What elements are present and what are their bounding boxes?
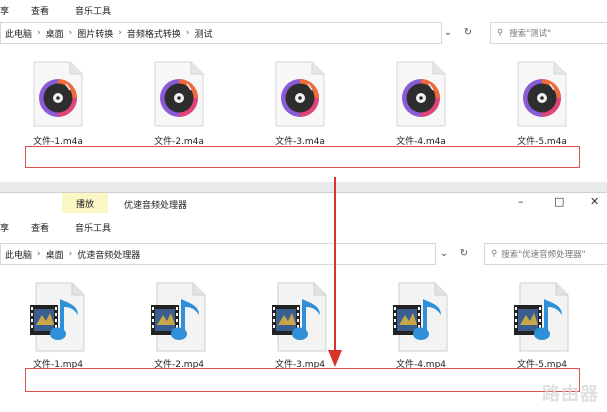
refresh-icon[interactable]: ↻ [460, 22, 476, 42]
music-disc-icon [275, 61, 325, 127]
breadcrumb-item[interactable]: 此电脑 [1, 27, 36, 40]
music-disc-icon [396, 61, 446, 127]
selection-box-top [25, 146, 580, 168]
close-button[interactable]: ✕ [590, 195, 599, 208]
address-bar-top[interactable]: 此电脑 › 桌面 › 图片转换 › 音频格式转换 › 测试 [0, 22, 442, 44]
ribbon-tab-share[interactable]: 享 [0, 4, 17, 17]
ribbon-tab-music-tools[interactable]: 音乐工具 [57, 4, 119, 17]
chevron-down-icon[interactable]: ⌄ [440, 22, 456, 42]
refresh-icon[interactable]: ↻ [456, 243, 472, 263]
file-item[interactable]: 文件-1.mp4 [13, 281, 103, 370]
red-arrow [328, 177, 342, 367]
video-music-file-icon [151, 282, 206, 352]
music-disc-icon [517, 61, 567, 127]
music-disc-icon [154, 61, 204, 127]
ribbon-tab-share[interactable]: 享 [0, 221, 17, 234]
minimize-button[interactable]: – [518, 195, 524, 208]
selection-box-bottom [25, 368, 580, 392]
file-item[interactable]: 文件-5.m4a [497, 60, 587, 147]
video-music-file-icon [272, 282, 327, 352]
breadcrumb-item[interactable]: 音频格式转换 [123, 27, 185, 40]
window-title: 优速音频处理器 [124, 201, 188, 211]
breadcrumb-item[interactable]: 优速音频处理器 [73, 248, 144, 261]
explorer-window-bottom: 播放 优速音频处理器 – □ ✕ 享 查看 音乐工具 此电脑 › 桌面 › 优速音频… [0, 192, 607, 412]
file-item[interactable]: 文件-3.m4a [255, 60, 345, 147]
search-box-bottom[interactable]: ⚲ 搜索"优速音频处理器" [484, 243, 607, 265]
ribbon-tab-music-tools[interactable]: 音乐工具 [57, 221, 119, 234]
explorer-window-top: 享 查看 音乐工具 此电脑 › 桌面 › 图片转换 › 音频格式转换 › 测试 ⌄ ↻ … [0, 0, 607, 190]
search-icon: ⚲ [491, 249, 498, 259]
file-item[interactable]: 文件-5.mp4 [497, 281, 587, 370]
ribbon-tabs-top: 享 查看 音乐工具 [0, 2, 607, 18]
chevron-down-icon[interactable]: ⌄ [436, 243, 452, 263]
search-placeholder: 搜索"优速音频处理器" [501, 250, 586, 260]
context-tab-play[interactable]: 播放 [62, 193, 109, 213]
file-item[interactable]: 文件-2.mp4 [134, 281, 224, 370]
file-item[interactable]: 文件-2.m4a [134, 60, 224, 147]
breadcrumb-item[interactable]: 此电脑 [1, 248, 36, 261]
search-placeholder: 搜索"测试" [509, 29, 552, 39]
search-box-top[interactable]: ⚲ 搜索"测试" [490, 22, 607, 44]
address-bar-bottom[interactable]: 此电脑 › 桌面 › 优速音频处理器 [0, 243, 436, 265]
music-disc-icon [33, 61, 83, 127]
breadcrumb-item[interactable]: 桌面 [42, 27, 68, 40]
watermark: 路由器 [542, 384, 599, 405]
ribbon-tab-view[interactable]: 查看 [17, 4, 57, 17]
breadcrumb-item[interactable]: 测试 [191, 27, 217, 40]
video-music-file-icon [30, 282, 85, 352]
breadcrumb-item[interactable]: 桌面 [42, 248, 68, 261]
breadcrumb-item[interactable]: 图片转换 [73, 27, 117, 40]
video-music-file-icon [393, 282, 448, 352]
file-item[interactable]: 文件-4.m4a [376, 60, 466, 147]
ribbon-tab-view[interactable]: 查看 [17, 221, 57, 234]
file-item[interactable]: 文件-4.mp4 [376, 281, 466, 370]
video-music-file-icon [514, 282, 569, 352]
maximize-button[interactable]: □ [554, 195, 564, 208]
ribbon-tabs-bottom: 享 查看 音乐工具 [0, 219, 607, 235]
search-icon: ⚲ [497, 28, 504, 38]
file-item[interactable]: 文件-1.m4a [13, 60, 103, 147]
